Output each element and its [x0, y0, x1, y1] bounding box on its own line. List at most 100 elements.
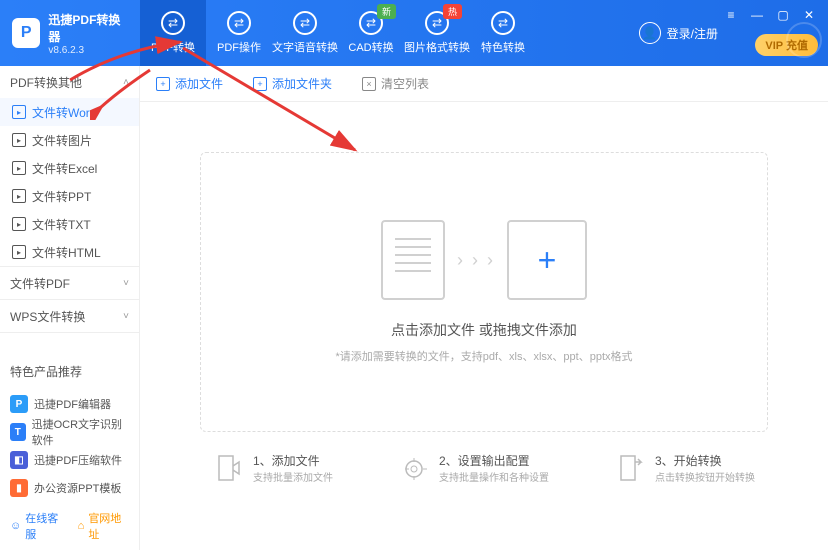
main-area: + 添加文件 + 添加文件夹 × 清空列表 › › › + 点击添加文件 或拖拽文件添加 … [140, 66, 828, 550]
globe-decoration [786, 22, 822, 58]
sidebar-item-文件转PPT[interactable]: ▸ 文件转PPT [0, 182, 139, 210]
step-sub: 点击转换按钮开始转换 [655, 469, 755, 484]
promo-label: 迅捷PDF编辑器 [34, 396, 111, 412]
file-icon: ▸ [12, 189, 26, 203]
sidebar-group-0[interactable]: PDF转换其他˄ [0, 66, 139, 98]
logo-area: P 迅捷PDF转换器 v8.6.2.3 [0, 11, 140, 56]
nav-icon: ⇄ [293, 11, 317, 35]
sidebar-item-文件转HTML[interactable]: ▸ 文件转HTML [0, 238, 139, 266]
drop-illustration: › › › + [381, 220, 587, 300]
add-file-icon: + [507, 220, 587, 300]
tool-label: 添加文件夹 [272, 75, 332, 92]
nav-PDF转换[interactable]: ⇄ PDF转换 [140, 0, 206, 66]
nav-icon: ⇄ [227, 11, 251, 35]
toolbar-添加文件[interactable]: + 添加文件 [156, 75, 223, 92]
app-logo-icon: P [12, 18, 40, 48]
step-icon [213, 452, 243, 486]
app-version: v8.6.2.3 [48, 45, 128, 56]
file-icon: ▸ [12, 217, 26, 231]
sidebar-group-2[interactable]: WPS文件转换˅ [0, 300, 139, 332]
promo-迅捷PDF压缩软件[interactable]: ◧ 迅捷PDF压缩软件 [0, 446, 139, 474]
file-icon: ▸ [12, 105, 26, 119]
footer-icon: ☺ [10, 520, 21, 532]
file-icon: ▸ [12, 133, 26, 147]
app-header: P 迅捷PDF转换器 v8.6.2.3 ⇄PDF转换⇄PDF操作⇄文字语音转换新… [0, 0, 828, 66]
document-icon [381, 220, 445, 300]
promo-icon: P [10, 395, 28, 413]
promo-办公资源PPT模板[interactable]: ▮ 办公资源PPT模板 [0, 474, 139, 502]
nav-icon: ⇄ [491, 11, 515, 35]
promo-label: 办公资源PPT模板 [34, 480, 121, 496]
sidebar-item-label: 文件转TXT [32, 216, 91, 233]
maximize-button[interactable]: ▢ [774, 6, 792, 24]
promo-icon: ◧ [10, 451, 28, 469]
promo-icon: T [10, 423, 26, 441]
toolbar-清空列表[interactable]: × 清空列表 [362, 75, 429, 92]
sidebar: PDF转换其他˄ ▸ 文件转Word ▸ 文件转图片 ▸ 文件转Excel ▸ 文件转PPT ▸ 文… [0, 66, 140, 550]
user-icon: 👤 [639, 22, 661, 44]
sidebar-item-label: 文件转PPT [32, 188, 91, 205]
arrows-icon: › › › [457, 250, 495, 271]
chevron-icon: ˅ [123, 311, 129, 322]
nav-label: 特色转换 [481, 39, 525, 55]
drop-area[interactable]: › › › + 点击添加文件 或拖拽文件添加 *请添加需要转换的文件，支持pdf… [200, 152, 768, 432]
sidebar-group-1[interactable]: 文件转PDF˅ [0, 267, 139, 299]
sidebar-item-label: 文件转Word [32, 104, 96, 121]
step-sub: 支持批量操作和各种设置 [439, 469, 549, 484]
step-title: 1、添加文件 [253, 452, 333, 469]
file-icon: ▸ [12, 161, 26, 175]
chevron-icon: ˄ [123, 77, 129, 88]
nav-图片格式转换[interactable]: 热⇄图片格式转换 [404, 0, 470, 66]
step-title: 2、设置输出配置 [439, 452, 549, 469]
minimize-button[interactable]: — [748, 6, 766, 24]
step-icon [615, 452, 645, 486]
nav-CAD转换[interactable]: 新⇄CAD转换 [338, 0, 404, 66]
file-icon: ▸ [12, 245, 26, 259]
tool-icon: + [253, 77, 267, 91]
nav-文字语音转换[interactable]: ⇄文字语音转换 [272, 0, 338, 66]
promo-迅捷OCR文字识别软件[interactable]: T 迅捷OCR文字识别软件 [0, 418, 139, 446]
sidebar-item-label: 文件转HTML [32, 244, 101, 261]
drop-title: 点击添加文件 或拖拽文件添加 [391, 320, 577, 340]
nav-label: CAD转换 [348, 39, 393, 55]
step-title: 3、开始转换 [655, 452, 755, 469]
nav-label: PDF转换 [151, 39, 195, 55]
badge-icon: 新 [377, 4, 396, 19]
promo-icon: ▮ [10, 479, 28, 497]
step-icon [399, 452, 429, 486]
promo-label: 迅捷PDF压缩软件 [34, 452, 122, 468]
promo-迅捷PDF编辑器[interactable]: P 迅捷PDF编辑器 [0, 390, 139, 418]
chevron-icon: ˅ [123, 278, 129, 289]
sidebar-item-文件转图片[interactable]: ▸ 文件转图片 [0, 126, 139, 154]
toolbar: + 添加文件 + 添加文件夹 × 清空列表 [140, 66, 828, 102]
main-nav: ⇄PDF转换⇄PDF操作⇄文字语音转换新⇄CAD转换热⇄图片格式转换⇄特色转换 [140, 0, 536, 66]
login-button[interactable]: 👤 登录/注册 [639, 22, 718, 44]
tool-icon: + [156, 77, 170, 91]
sidebar-item-label: 文件转图片 [32, 132, 92, 149]
footer-link-0[interactable]: ☺在线客服 [10, 510, 66, 542]
footer-icon: ⌂ [78, 520, 85, 532]
steps-guide: 1、添加文件支持批量添加文件 2、设置输出配置支持批量操作和各种设置 3、开始转换点… [140, 452, 828, 496]
tool-label: 清空列表 [381, 75, 429, 92]
sidebar-item-文件转Word[interactable]: ▸ 文件转Word [0, 98, 139, 126]
nav-label: PDF操作 [217, 39, 261, 55]
sidebar-item-label: 文件转Excel [32, 160, 97, 177]
nav-label: 图片格式转换 [404, 39, 470, 55]
step-1: 1、添加文件支持批量添加文件 [213, 452, 333, 486]
nav-特色转换[interactable]: ⇄ 特色转换 [470, 0, 536, 66]
sidebar-item-文件转Excel[interactable]: ▸ 文件转Excel [0, 154, 139, 182]
step-2: 2、设置输出配置支持批量操作和各种设置 [399, 452, 549, 486]
drop-subtitle: *请添加需要转换的文件，支持pdf、xls、xlsx、ppt、pptx格式 [335, 348, 632, 364]
sidebar-item-文件转TXT[interactable]: ▸ 文件转TXT [0, 210, 139, 238]
footer-link-1[interactable]: ⌂官网地址 [78, 510, 129, 542]
app-title: 迅捷PDF转换器 [48, 11, 128, 45]
nav-PDF操作[interactable]: ⇄ PDF操作 [206, 0, 272, 66]
tool-icon: × [362, 77, 376, 91]
step-sub: 支持批量添加文件 [253, 469, 333, 484]
badge-icon: 热 [443, 4, 462, 19]
toolbar-添加文件夹[interactable]: + 添加文件夹 [253, 75, 332, 92]
tool-label: 添加文件 [175, 75, 223, 92]
menu-icon[interactable]: ≡ [722, 6, 740, 24]
nav-icon: ⇄ [161, 11, 185, 35]
promo-label: 迅捷OCR文字识别软件 [32, 416, 129, 448]
